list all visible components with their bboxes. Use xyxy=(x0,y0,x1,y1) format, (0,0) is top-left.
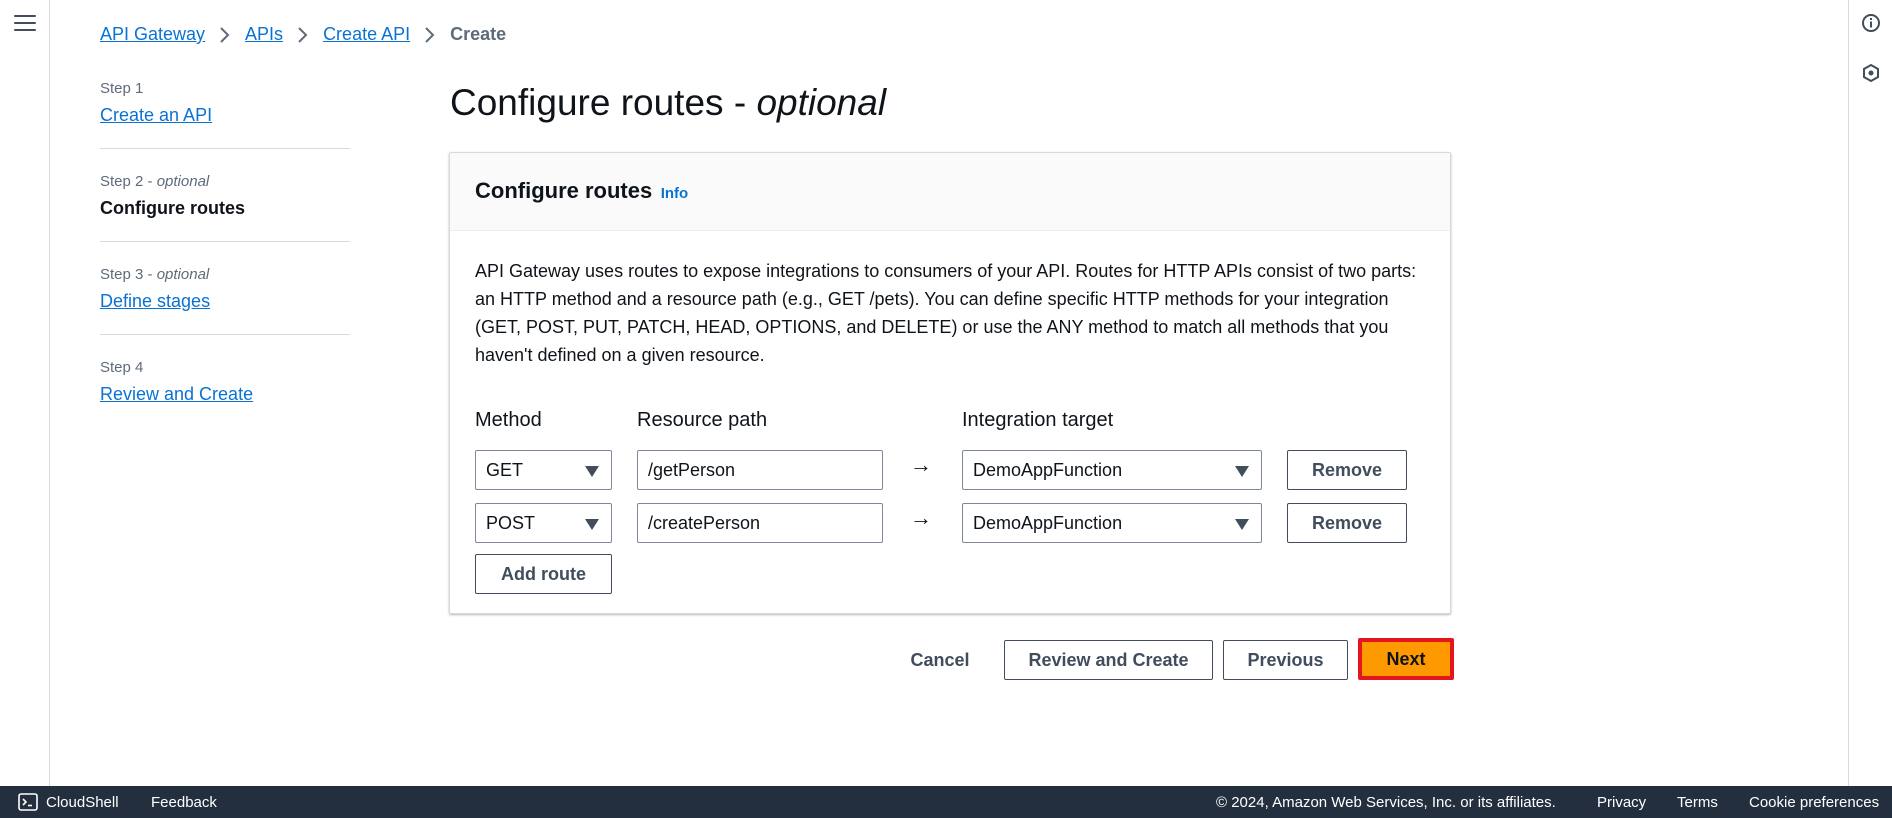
breadcrumb-apis[interactable]: APIs xyxy=(245,24,283,45)
method-value: POST xyxy=(486,512,536,533)
cookie-preferences-link[interactable]: Cookie preferences xyxy=(1749,794,1879,811)
integration-target-value: DemoAppFunction xyxy=(973,459,1123,480)
step-3: Step 3 - optional Define stages xyxy=(100,266,350,335)
next-button[interactable]: Next xyxy=(1358,638,1454,680)
chevron-right-icon xyxy=(219,26,231,44)
page-title: Configure routes - optional xyxy=(450,82,887,123)
previous-button[interactable]: Previous xyxy=(1223,640,1348,680)
wizard-steps: Step 1 Create an API Step 2 - optional C… xyxy=(100,80,350,451)
arrow-right-icon: → xyxy=(910,452,932,477)
resource-path-input[interactable]: /createPerson xyxy=(637,503,883,543)
cancel-button[interactable]: Cancel xyxy=(900,640,980,680)
resource-path-value: /getPerson xyxy=(648,459,736,480)
resource-path-input[interactable]: /getPerson xyxy=(637,450,883,490)
remove-route-button[interactable]: Remove xyxy=(1287,450,1407,490)
panel-body: API Gateway uses routes to expose integr… xyxy=(450,231,1450,619)
terms-link[interactable]: Terms xyxy=(1677,794,1718,811)
method-select[interactable]: GET xyxy=(475,450,612,490)
routes-table: Method Resource path Integration target … xyxy=(475,409,1425,619)
breadcrumb-create-api[interactable]: Create API xyxy=(323,24,410,45)
left-navigation-rail xyxy=(0,0,50,786)
panel-header: Configure routes Info xyxy=(450,153,1450,231)
step-4-link[interactable]: Review and Create xyxy=(100,384,253,404)
step-4-label: Step 4 xyxy=(100,359,144,376)
breadcrumb-current: Create xyxy=(450,24,507,44)
step-2: Step 2 - optional Configure routes xyxy=(100,173,350,242)
copyright-text: © 2024, Amazon Web Services, Inc. or its… xyxy=(1216,794,1556,811)
assistant-hexagon-icon[interactable] xyxy=(1861,63,1881,83)
review-and-create-button[interactable]: Review and Create xyxy=(1004,640,1213,680)
integration-target-select[interactable]: DemoAppFunction xyxy=(962,450,1262,490)
step-2-current: Configure routes xyxy=(100,198,246,218)
caret-down-icon xyxy=(1235,466,1249,477)
caret-down-icon xyxy=(585,519,599,530)
arrow-right-icon: → xyxy=(910,505,932,530)
console-footer: CloudShell Feedback © 2024, Amazon Web S… xyxy=(0,786,1892,818)
method-column-label: Method xyxy=(475,409,542,431)
resource-path-column-label: Resource path xyxy=(637,409,768,431)
step-3-label: Step 3 - optional xyxy=(100,266,210,283)
feedback-link[interactable]: Feedback xyxy=(151,794,217,811)
info-circle-icon[interactable] xyxy=(1861,13,1881,33)
chevron-right-icon xyxy=(424,26,436,44)
breadcrumb: API Gateway APIs Create API Create xyxy=(100,24,506,45)
integration-target-value: DemoAppFunction xyxy=(973,512,1123,533)
right-tools-rail xyxy=(1848,0,1892,786)
caret-down-icon xyxy=(585,466,599,477)
remove-route-button[interactable]: Remove xyxy=(1287,503,1407,543)
method-select[interactable]: POST xyxy=(475,503,612,543)
resource-path-value: /createPerson xyxy=(648,512,761,533)
step-1-label: Step 1 xyxy=(100,80,144,97)
integration-target-select[interactable]: DemoAppFunction xyxy=(962,503,1262,543)
cloudshell-icon[interactable] xyxy=(18,793,38,815)
panel-description: API Gateway uses routes to expose integr… xyxy=(475,261,1417,365)
hamburger-menu-icon[interactable] xyxy=(14,15,36,33)
step-4: Step 4 Review and Create xyxy=(100,359,350,427)
cloudshell-link[interactable]: CloudShell xyxy=(46,794,119,811)
step-3-link[interactable]: Define stages xyxy=(100,291,210,311)
breadcrumb-api-gateway[interactable]: API Gateway xyxy=(100,24,205,45)
configure-routes-panel: Configure routes Info API Gateway uses r… xyxy=(449,152,1451,614)
method-value: GET xyxy=(486,459,524,480)
privacy-link[interactable]: Privacy xyxy=(1597,794,1646,811)
caret-down-icon xyxy=(1235,519,1249,530)
add-route-button[interactable]: Add route xyxy=(475,554,612,594)
info-link[interactable]: Info xyxy=(661,185,689,202)
chevron-right-icon xyxy=(297,26,309,44)
step-1-link[interactable]: Create an API xyxy=(100,105,212,125)
integration-target-column-label: Integration target xyxy=(962,409,1114,431)
step-2-label: Step 2 - optional xyxy=(100,173,210,190)
step-1: Step 1 Create an API xyxy=(100,80,350,149)
panel-title: Configure routes xyxy=(475,178,653,203)
